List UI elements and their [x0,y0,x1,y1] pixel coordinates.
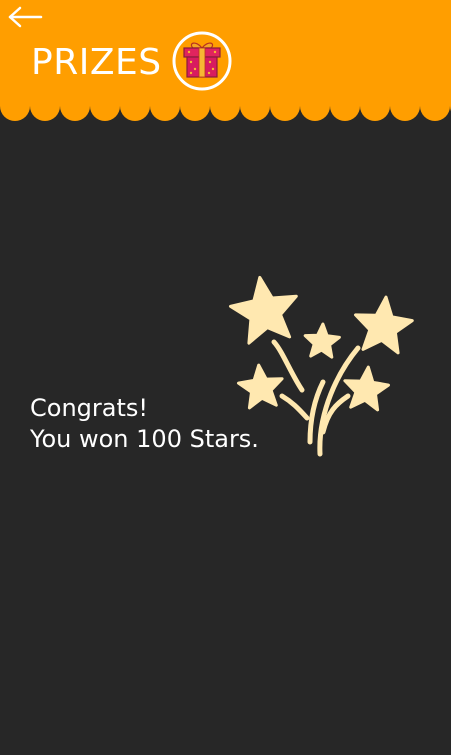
congrats-message: Congrats! You won 100 Stars. [30,393,259,455]
star-fireworks-icon [229,275,414,457]
arrow-left-icon [8,6,43,28]
star-icon [237,363,284,410]
prize-line: You won 100 Stars. [30,425,259,453]
app-header: PRIZES [0,0,451,121]
gift-icon [172,31,232,91]
star-icon [354,295,414,355]
prizes-screen: PRIZES Congrats! You won 100 Stars. [0,0,451,755]
star-icon [229,275,298,345]
back-button[interactable] [6,4,44,30]
star-icon [343,365,390,412]
fireworks-illustration [228,272,418,464]
congrats-line: Congrats! [30,394,148,422]
page-title: PRIZES [31,42,162,83]
star-icon [303,322,341,359]
gift-badge [172,31,232,91]
